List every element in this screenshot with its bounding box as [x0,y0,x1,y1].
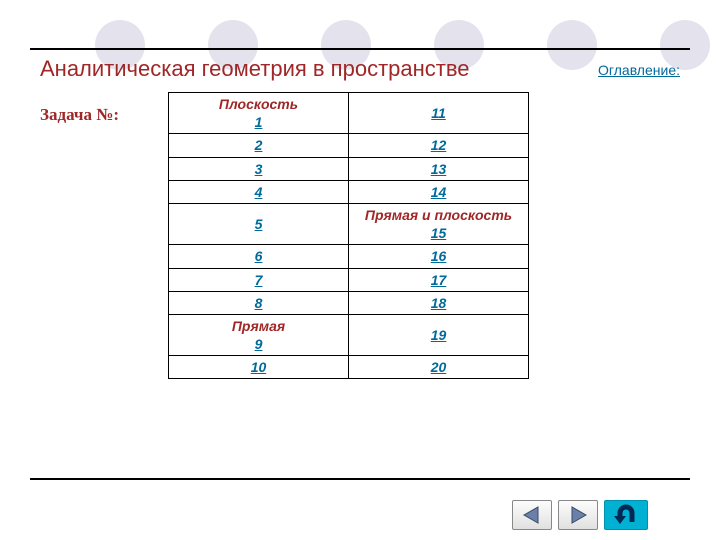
task-link[interactable]: 12 [431,137,447,153]
nav-buttons [512,500,648,530]
footer-rule [30,478,690,480]
table-cell-right: 14 [349,180,529,203]
toc-link[interactable]: Оглавление: [598,62,680,78]
table-row: 8 18 [169,291,529,314]
table-cell-right: 11 [349,93,529,134]
table-cell-right: 19 [349,314,529,355]
table-cell-left: Плоскость 1 [169,93,349,134]
task-label: Задача №: [40,105,119,125]
header-rule [30,48,690,54]
table-row: 4 14 [169,180,529,203]
return-button[interactable] [604,500,648,530]
table-row: 5 Прямая и плоскость 15 [169,203,529,244]
cell-caption: Прямая и плоскость [365,207,512,223]
task-link[interactable]: 5 [255,216,263,232]
table-cell-right: Прямая и плоскость 15 [349,203,529,244]
task-link[interactable]: 18 [431,295,447,311]
prev-button[interactable] [512,500,552,530]
task-link[interactable]: 9 [255,336,263,352]
table-cell-left: 8 [169,291,349,314]
task-link[interactable]: 13 [431,161,447,177]
table-cell-left: 3 [169,157,349,180]
page-title: Аналитическая геометрия в пространстве [40,56,470,82]
task-link[interactable]: 8 [255,295,263,311]
table-cell-left: Прямая 9 [169,314,349,355]
task-link[interactable]: 16 [431,248,447,264]
u-turn-icon [612,504,640,526]
task-table: Плоскость1112123134145Прямая и плоскость… [168,92,529,379]
task-link[interactable]: 10 [251,359,267,375]
table-row: Плоскость111 [169,93,529,134]
table-row: 3 13 [169,157,529,180]
table-row: Прямая 9 19 [169,314,529,355]
table-cell-left: 10 [169,356,349,379]
table-cell-left: 7 [169,268,349,291]
task-link[interactable]: 7 [255,272,263,288]
task-link[interactable]: 11 [431,105,446,121]
table-cell-left: 4 [169,180,349,203]
table-cell-right: 20 [349,356,529,379]
table-row: 2 12 [169,134,529,157]
table-cell-left: 2 [169,134,349,157]
cell-caption: Прямая [232,318,285,334]
table-cell-left: 6 [169,245,349,268]
table-row: 6 16 [169,245,529,268]
task-link[interactable]: 19 [431,327,447,343]
table-cell-right: 17 [349,268,529,291]
task-link[interactable]: 4 [255,184,263,200]
task-link[interactable]: 1 [255,114,263,130]
task-link[interactable]: 2 [255,137,263,153]
table-cell-left: 5 [169,203,349,244]
circle-icon [547,20,597,70]
slide: Аналитическая геометрия в пространстве О… [0,0,720,540]
cell-caption: Плоскость [219,96,298,112]
table-row: 7 17 [169,268,529,291]
task-link[interactable]: 3 [255,161,263,177]
table-cell-right: 16 [349,245,529,268]
table-cell-right: 18 [349,291,529,314]
next-button[interactable] [558,500,598,530]
table-cell-right: 12 [349,134,529,157]
triangle-right-icon [568,506,588,524]
task-link[interactable]: 17 [431,272,447,288]
table-row: 10 20 [169,356,529,379]
task-link[interactable]: 6 [255,248,263,264]
task-link[interactable]: 20 [431,359,447,375]
task-link[interactable]: 15 [431,225,447,241]
triangle-left-icon [522,506,542,524]
table-cell-right: 13 [349,157,529,180]
task-link[interactable]: 14 [431,184,447,200]
